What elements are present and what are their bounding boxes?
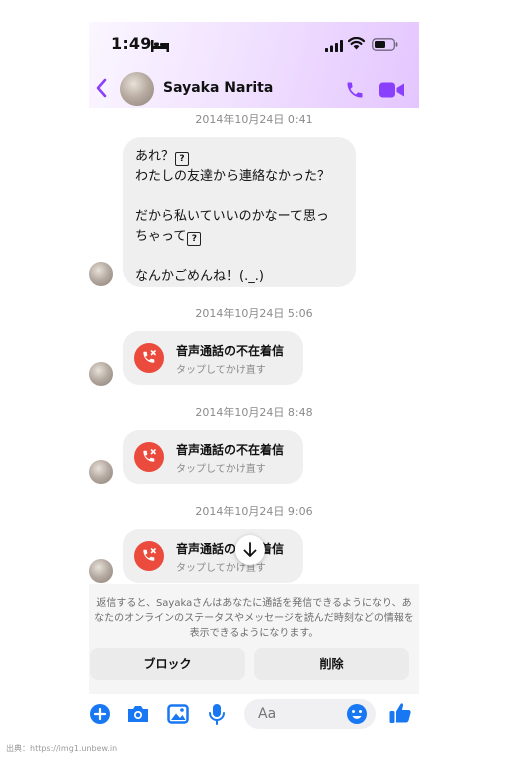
timestamp: 2014年10月24日 5:06 [195, 307, 313, 320]
video-icon[interactable] [379, 81, 405, 103]
timestamp: 2014年10月24日 0:41 [195, 113, 313, 126]
missed-call-title: 音声通話の不在着信 [176, 443, 285, 457]
message-text: わたしの友達から連絡なかった？ [135, 169, 331, 184]
emoji-icon[interactable] [346, 703, 368, 729]
message-text: なんかごめんね！(._.) [135, 269, 264, 284]
like-icon[interactable] [388, 701, 412, 729]
battery-icon [372, 36, 398, 55]
mic-icon[interactable] [208, 703, 226, 729]
signal-icon [325, 37, 343, 56]
source-caption: 出典：https://img1.unbew.in [6, 744, 118, 753]
timestamp: 2014年10月24日 8:48 [195, 406, 313, 419]
camera-icon[interactable] [126, 704, 150, 728]
request-notice: 返信すると、Sayakaさんはあなたに通話を発信できるようになり、あなたのオンラ… [94, 598, 414, 639]
wifi-icon [347, 35, 366, 54]
scroll-to-bottom-button[interactable] [235, 535, 265, 565]
missed-call-title: 音声通話の不在着信 [176, 542, 285, 556]
plus-icon[interactable] [89, 703, 111, 729]
message-text: ちゃって [135, 229, 187, 244]
message-text: だから私いていいのかなーて思っ [135, 209, 329, 224]
sender-avatar[interactable] [89, 262, 113, 286]
status-time: 1:49 [111, 34, 152, 53]
status-bar: 1:49 [89, 22, 419, 66]
missed-call-card[interactable]: 音声通話の不在着信 タップしてかけ直す [123, 529, 303, 583]
message-text: あれ？ [135, 149, 175, 164]
missed-call-icon [134, 343, 164, 373]
missed-call-subtitle: タップしてかけ直す [176, 464, 266, 475]
bed-icon [151, 37, 169, 56]
missed-call-icon [134, 442, 164, 472]
timestamp: 2014年10月24日 9:06 [195, 505, 313, 518]
missed-call-icon [134, 541, 164, 571]
missed-call-card[interactable]: 音声通話の不在着信 タップしてかけ直す [123, 430, 303, 484]
back-icon[interactable] [94, 77, 110, 103]
messenger-screen: 1:49 Sayaka Narita 2014年10月24日 0:41 あれ？?… [89, 22, 419, 740]
contact-avatar[interactable] [120, 72, 154, 106]
composer-bar [89, 694, 419, 740]
sender-avatar[interactable] [89, 460, 113, 484]
message-input[interactable] [256, 705, 340, 723]
sender-avatar[interactable] [89, 362, 113, 386]
phone-icon[interactable] [345, 80, 365, 104]
message-bubble[interactable]: あれ？? わたしの友達から連絡なかった？ だから私いていいのかなーて思っ ちゃっ… [123, 137, 356, 287]
delete-button[interactable]: 削除 [254, 648, 409, 680]
image-icon[interactable] [167, 704, 189, 728]
missed-call-card[interactable]: 音声通話の不在着信 タップしてかけ直す [123, 331, 303, 385]
missed-call-subtitle: タップしてかけ直す [176, 365, 266, 376]
missed-call-title: 音声通話の不在着信 [176, 344, 285, 358]
block-button[interactable]: ブロック [90, 648, 245, 680]
unknown-glyph: ? [175, 152, 190, 166]
contact-name[interactable]: Sayaka Narita [163, 80, 273, 96]
sender-avatar[interactable] [89, 559, 113, 583]
arrow-down-icon [243, 542, 257, 557]
unknown-glyph: ? [187, 232, 202, 246]
chat-header: Sayaka Narita [89, 72, 419, 108]
